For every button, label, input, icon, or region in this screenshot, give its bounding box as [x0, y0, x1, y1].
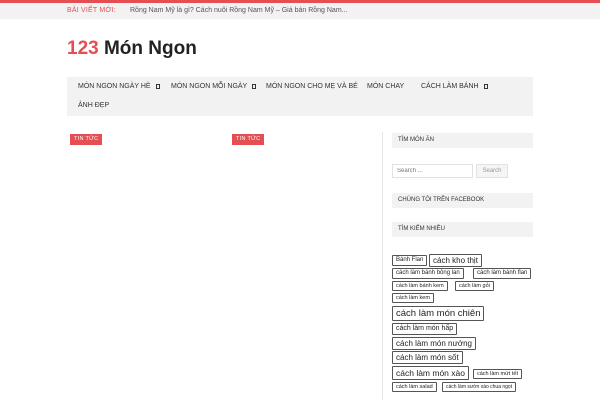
tag-link[interactable]: cách kho thịt [429, 254, 482, 267]
logo-number: 123 [67, 38, 99, 59]
nav-item-cach-lam-banh[interactable]: CÁCH LÀM BÁNH [421, 83, 488, 90]
tag-link[interactable]: cách làm gỏi [455, 281, 494, 291]
tag-link[interactable]: cách làm món hấp [392, 323, 458, 335]
nav-item-mon-ngon-cho-me-va-be[interactable]: MÓN NGON CHO MẸ VÀ BÉ [266, 83, 358, 90]
tag-link[interactable]: cách làm sườn xào chua ngọt [442, 382, 517, 392]
dropdown-square-icon [252, 83, 257, 89]
tag-link[interactable]: cách làm mứt tết [473, 369, 522, 379]
nav-item-label: CÁCH LÀM BÁNH [421, 83, 479, 90]
ticker-label: BÀI VIẾT MỚI: [67, 7, 116, 14]
nav-item-label: MÓN NGON NGÀY HÈ [78, 83, 151, 90]
main-navigation: MÓN NGON NGÀY HÈ MÓN NGON MỖI NGÀY MÓN N… [67, 77, 533, 116]
search-input[interactable] [392, 164, 473, 178]
tag-link[interactable]: cách làm bánh flan [473, 268, 532, 279]
tag-link[interactable]: cách làm món nướng [392, 337, 476, 350]
ticker-headline-link[interactable]: Rồng Nam Mỹ là gì? Cách nuôi Rồng Nam Mỹ… [130, 7, 348, 14]
nav-item-label: ẢNH ĐẸP [78, 102, 110, 109]
tag-link[interactable]: cách làm kem [392, 293, 434, 303]
nav-item-mon-chay[interactable]: MÓN CHAY [367, 83, 404, 90]
post-category-badge[interactable]: TIN TỨC [232, 134, 265, 145]
tag-link[interactable]: cách làm bánh kem [392, 281, 448, 291]
nav-item-label: MÓN NGON CHO MẸ VÀ BÉ [266, 83, 358, 90]
nav-item-anh-dep[interactable]: ẢNH ĐẸP [78, 102, 109, 109]
dropdown-square-icon [483, 83, 488, 89]
search-button[interactable]: Search [476, 164, 508, 178]
sidebar-divider [382, 132, 383, 400]
nav-item-label: MÓN NGON MỖI NGÀY [171, 83, 248, 90]
tag-link[interactable]: cách làm món chiên [392, 306, 485, 321]
facebook-widget-title: CHÚNG TÔI TRÊN FACEBOOK [392, 193, 533, 208]
nav-item-label: MÓN CHAY [367, 83, 405, 90]
search-widget-title: TÌM MÓN ĂN [392, 133, 533, 148]
nav-item-mon-ngon-moi-ngay[interactable]: MÓN NGON MỖI NGÀY [171, 83, 257, 90]
tag-link[interactable]: cách làm bánh bông lan [392, 268, 464, 279]
site-logo[interactable]: 123 Món Ngon [67, 38, 197, 60]
tag-link[interactable]: cách làm salad [392, 382, 437, 392]
news-ticker: BÀI VIẾT MỚI: Rồng Nam Mỹ là gì? Cách nu… [0, 3, 600, 19]
tag-link[interactable]: cách làm món sốt [392, 351, 463, 364]
post-category-badge[interactable]: TIN TỨC [70, 134, 103, 145]
logo-name: Món Ngon [103, 38, 197, 59]
tag-link[interactable]: cách làm món xào [392, 366, 469, 380]
tag-link[interactable]: Bánh Flan [392, 255, 428, 266]
nav-item-mon-ngon-ngay-he[interactable]: MÓN NGON NGÀY HÈ [78, 83, 160, 90]
tags-widget-title: TÌM KIẾM NHIỀU [392, 222, 533, 237]
dropdown-square-icon [155, 83, 160, 89]
